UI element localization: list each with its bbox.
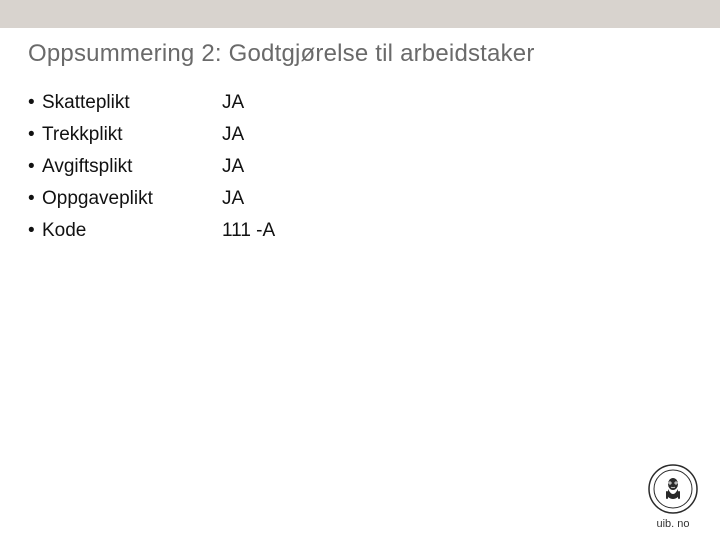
item-label: Kode [42,220,222,242]
bullet-icon: • [28,92,42,114]
header-bar [0,0,720,28]
item-value: JA [222,188,244,210]
list-item: • Trekkplikt JA [28,124,692,146]
item-label: Oppgaveplikt [42,188,222,210]
summary-list: • Skatteplikt JA • Trekkplikt JA • Avgif… [28,92,692,242]
item-label: Trekkplikt [42,124,222,146]
item-value: 111 -A [222,220,275,242]
slide-content: Oppsummering 2: Godtgjørelse til arbeids… [0,28,720,242]
item-value: JA [222,156,244,178]
bullet-icon: • [28,188,42,210]
footer-text: uib. no [656,518,689,530]
item-label: Skatteplikt [42,92,222,114]
list-item: • Skatteplikt JA [28,92,692,114]
bullet-icon: • [28,124,42,146]
bullet-icon: • [28,156,42,178]
slide-title: Oppsummering 2: Godtgjørelse til arbeids… [28,40,692,68]
university-seal-icon [648,464,698,514]
list-item: • Avgiftsplikt JA [28,156,692,178]
footer: uib. no [648,464,698,530]
list-item: • Kode 111 -A [28,220,692,242]
list-item: • Oppgaveplikt JA [28,188,692,210]
item-label: Avgiftsplikt [42,156,222,178]
bullet-icon: • [28,220,42,242]
item-value: JA [222,92,244,114]
item-value: JA [222,124,244,146]
